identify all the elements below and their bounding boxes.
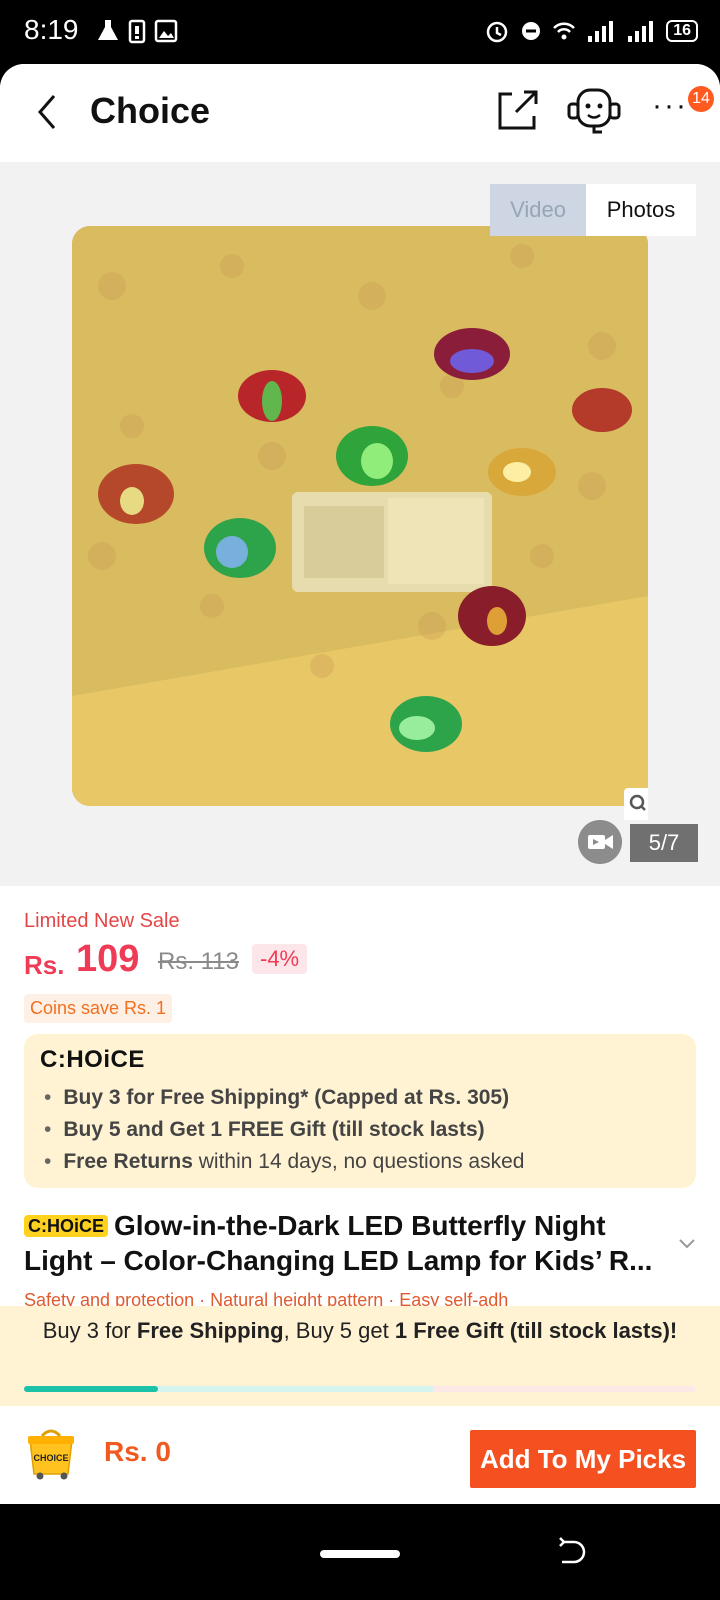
progress-fill — [24, 1386, 159, 1392]
promo-part-2: Free Shipping — [136, 1318, 284, 1343]
chevron-down-icon[interactable] — [678, 1238, 696, 1250]
promo-banner[interactable]: Buy 3 for Free Shipping, Buy 5 get 1 Fre… — [0, 1306, 720, 1406]
battery-icon: 16 — [666, 20, 698, 42]
signal-icon — [588, 21, 614, 42]
promo-part-4: 1 Free Gift (till stock lasts)! — [394, 1318, 678, 1343]
coins-badge: Coins save Rs. 1 — [24, 994, 173, 1023]
discount-badge: -4% — [252, 944, 308, 974]
page-title: Choice — [90, 90, 211, 131]
alarm-icon — [486, 21, 508, 43]
butterfly-wall-photo — [72, 226, 648, 806]
image-counter: 5/7 — [630, 824, 698, 862]
status-bar: 8:19 16 — [0, 0, 720, 64]
wifi-icon — [553, 22, 576, 40]
benefit-item: Buy 5 and Get 1 FREE Gift (till stock la… — [44, 1114, 524, 1146]
promo-part-1: Buy 3 for — [42, 1318, 137, 1343]
benefit-item: Free Returns within 14 days, no question… — [44, 1146, 524, 1178]
promo-text: Buy 3 for Free Shipping, Buy 5 get 1 Fre… — [40, 1318, 680, 1343]
signal-icon — [628, 21, 654, 42]
sale-label: Limited New Sale — [24, 910, 180, 932]
cart-total: Rs. 0 — [104, 1436, 171, 1467]
customer-service-icon[interactable] — [566, 86, 622, 136]
promo-part-3: , Buy 5 get — [283, 1318, 395, 1343]
tab-video[interactable]: Video — [490, 184, 586, 236]
title-line-1: Glow-in-the-Dark LED Butterfly Night — [114, 1210, 606, 1241]
rotate-screen-icon[interactable] — [556, 1534, 588, 1570]
battery-saver-icon — [128, 19, 146, 44]
benefit-item: Buy 3 for Free Shipping* (Capped at Rs. … — [44, 1082, 524, 1114]
image-icon — [154, 19, 178, 43]
product-image[interactable] — [72, 226, 648, 806]
benefit-gift: Buy 5 and Get 1 FREE Gift (till stock la… — [63, 1118, 485, 1141]
video-camera-icon[interactable] — [578, 820, 622, 864]
tab-photos[interactable]: Photos — [586, 184, 696, 236]
status-right-icons: 16 — [484, 18, 698, 44]
flask-icon — [98, 20, 118, 40]
status-left-icons — [96, 18, 178, 44]
promo-progress-bar — [24, 1386, 696, 1392]
share-icon[interactable] — [496, 88, 540, 132]
title-line-2: Light – Color-Changing LED Lamp for Kids… — [24, 1245, 653, 1276]
original-price: Rs. 113 — [158, 948, 239, 975]
more-menu-button[interactable]: ··· — [652, 91, 692, 126]
notification-badge: 14 — [688, 86, 714, 112]
dnd-icon — [522, 22, 541, 40]
header: Choice ··· 14 — [0, 64, 720, 162]
product-features-peek: Safety and protection · Natural height p… — [24, 1290, 509, 1306]
price-value: 109 — [76, 938, 140, 980]
benefit-shipping: Buy 3 for Free Shipping* (Capped at Rs. … — [63, 1086, 510, 1109]
bottom-action-bar: CHOICE Rs. 0 Add To My Picks — [0, 1406, 720, 1504]
system-nav-bar — [0, 1504, 720, 1600]
app-screen: Choice ··· 14 Video Photos 5/7 Limited N… — [0, 64, 720, 1504]
benefit-returns-rest: within 14 days, no questions asked — [192, 1150, 525, 1173]
status-time: 8:19 — [24, 14, 79, 45]
benefit-returns-bold: Free Returns — [63, 1150, 193, 1173]
choice-benefits-list: Buy 3 for Free Shipping* (Capped at Rs. … — [44, 1082, 524, 1178]
choice-cart-icon[interactable]: CHOICE — [22, 1426, 80, 1480]
price-currency: Rs. — [24, 950, 65, 980]
cart-label: CHOICE — [33, 1453, 68, 1463]
choice-logo: C:HOiCE — [40, 1046, 145, 1073]
home-gesture-bar[interactable] — [320, 1550, 400, 1558]
back-button[interactable] — [30, 90, 66, 134]
product-gallery[interactable]: Video Photos 5/7 — [0, 162, 720, 886]
choice-benefits-box[interactable]: C:HOiCE Buy 3 for Free Shipping* (Capped… — [24, 1034, 696, 1188]
product-info: Limited New Sale Rs. 109 Rs. 113 -4% Coi… — [0, 886, 720, 1306]
choice-tag: C:HOiCE — [24, 1215, 108, 1237]
product-title[interactable]: C:HOiCE Glow-in-the-Dark LED Butterfly Ni… — [24, 1208, 664, 1278]
add-to-my-picks-button[interactable]: Add To My Picks — [470, 1430, 696, 1488]
zoom-icon[interactable] — [624, 788, 648, 820]
